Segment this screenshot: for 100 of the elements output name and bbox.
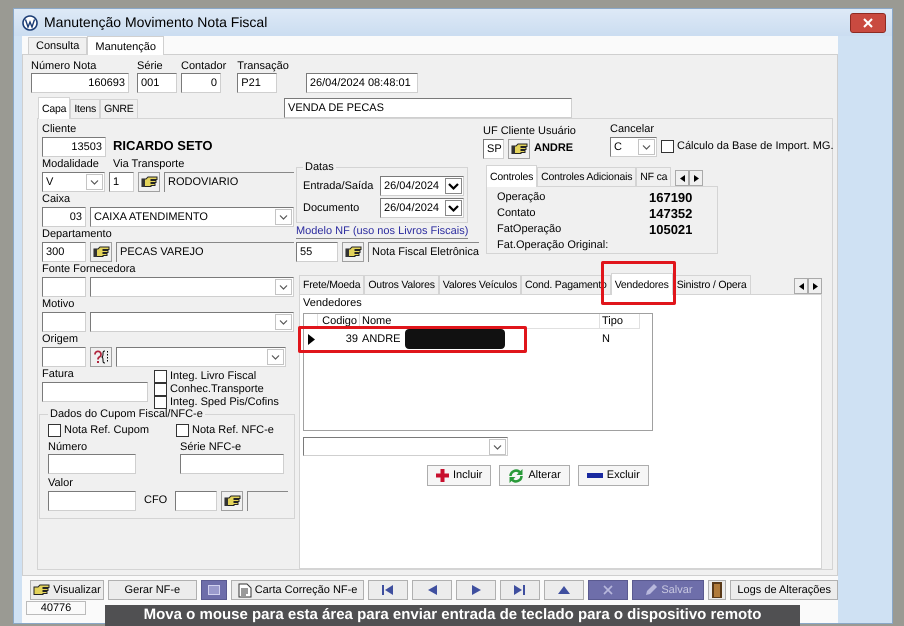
field-label: Documento <box>303 202 360 214</box>
tab[interactable]: Controles Adicionais <box>537 167 636 186</box>
checkbox[interactable] <box>154 396 167 409</box>
lookup-button[interactable] <box>138 172 160 192</box>
dropdown[interactable] <box>90 312 294 332</box>
checkbox-label: Nota Ref. Cupom <box>64 424 149 437</box>
dropdown[interactable] <box>90 276 294 296</box>
add-button[interactable]: Incluir <box>427 465 492 486</box>
customer-name: RICARDO SETO <box>113 139 212 154</box>
text-field[interactable]: P21 <box>237 73 278 93</box>
field-label: Vendedores <box>303 297 362 309</box>
tab[interactable]: Vendedores <box>610 273 673 295</box>
checkbox[interactable] <box>176 424 189 437</box>
status-field: 40776 <box>26 601 86 615</box>
dropdown[interactable]: 26/04/2024 <box>380 176 464 196</box>
tab[interactable]: Capa <box>38 97 70 119</box>
exit-button[interactable] <box>708 580 726 600</box>
dropdown[interactable]: C <box>610 136 657 156</box>
dropdown[interactable] <box>116 346 286 366</box>
tab[interactable]: Controles <box>486 165 538 187</box>
column-header[interactable]: Tipo <box>600 314 640 329</box>
toolbar-button[interactable]: Gerar NF-e <box>108 580 197 600</box>
window-icon <box>208 585 220 595</box>
door-icon <box>712 582 722 598</box>
text-field[interactable]: 0 <box>181 73 221 93</box>
tab[interactable]: Frete/Moeda <box>299 275 364 294</box>
scroll-right-button[interactable] <box>689 170 704 186</box>
text-field[interactable]: 001 <box>137 73 177 93</box>
dropdown[interactable] <box>303 437 508 456</box>
checkbox[interactable] <box>661 140 674 153</box>
pointing-hand-icon <box>224 494 241 506</box>
delete-button[interactable]: Excluir <box>578 465 649 486</box>
tab[interactable]: Manutenção <box>87 36 164 55</box>
tab[interactable]: Itens <box>70 99 100 118</box>
lookup-button[interactable] <box>342 242 364 262</box>
first-button[interactable] <box>368 580 408 600</box>
plus-icon <box>436 469 449 482</box>
field-label: Número Nota <box>31 60 98 73</box>
tab[interactable]: NF ca <box>636 167 672 186</box>
lookup-button[interactable] <box>90 346 112 366</box>
dropdown[interactable]: 26/04/2024 <box>380 198 464 218</box>
field-value: 167190 <box>649 191 692 207</box>
lookup-button[interactable] <box>508 138 530 158</box>
tab[interactable]: Valores Veículos <box>438 275 522 294</box>
edit-button[interactable]: Alterar <box>499 465 570 486</box>
checkbox[interactable] <box>154 383 167 396</box>
tab[interactable]: Outros Valores <box>364 275 439 294</box>
text-field[interactable] <box>48 490 136 510</box>
checkbox-label: Cálculo da Base de Import. MG. <box>677 140 834 153</box>
text-field[interactable]: 55 <box>296 242 338 262</box>
lookup-button[interactable] <box>90 242 112 262</box>
text-field[interactable]: SP <box>483 138 504 158</box>
field-label: Contato <box>497 207 537 221</box>
tab[interactable]: GNRE <box>100 99 138 118</box>
text-field[interactable] <box>175 490 218 510</box>
view-button[interactable]: Visualizar <box>30 580 104 600</box>
triangle-up-icon <box>558 586 570 594</box>
text-field[interactable] <box>247 490 288 510</box>
scroll-right-button[interactable] <box>808 278 822 294</box>
last-button[interactable] <box>500 580 540 600</box>
pencil-icon <box>644 583 658 597</box>
text-field[interactable]: 160693 <box>31 73 129 93</box>
column-header[interactable]: Codigo <box>318 314 360 329</box>
toolbar-button[interactable]: Logs de Alterações <box>730 580 838 600</box>
field-label: Motivo <box>42 298 74 310</box>
skip-start-icon <box>382 585 394 595</box>
checkbox[interactable] <box>48 424 61 437</box>
field-label: Departamento <box>42 228 112 240</box>
up-button[interactable] <box>544 580 584 600</box>
text-field[interactable]: 1 <box>109 172 134 192</box>
dropdown[interactable]: CAIXA ATENDIMENTO <box>90 206 294 226</box>
text-field[interactable]: 03 <box>42 206 86 226</box>
prev-button[interactable] <box>412 580 452 600</box>
text-field[interactable] <box>42 346 86 366</box>
dropdown[interactable]: V <box>42 172 105 192</box>
table-cell-text: ANDRE <box>362 332 401 347</box>
field-label: Fat.Operação Original: <box>497 239 610 253</box>
scroll-left-button[interactable] <box>794 278 808 294</box>
checkbox-label: Integ. Livro Fiscal <box>170 370 256 383</box>
checkbox[interactable] <box>154 370 167 383</box>
text-field[interactable]: 13503 <box>42 136 106 156</box>
text-field[interactable]: 300 <box>42 242 86 262</box>
field-label: FatOperação <box>497 223 562 237</box>
text-field[interactable] <box>42 382 148 402</box>
scroll-left-button[interactable] <box>675 170 690 186</box>
next-button[interactable] <box>456 580 496 600</box>
text-field[interactable]: VENDA DE PECAS <box>284 98 572 118</box>
field-label: Contador <box>181 60 226 73</box>
description-text: RODOVIARIO <box>164 172 294 192</box>
field-label: Transação <box>237 60 289 73</box>
letter-button[interactable]: Carta Correção NF-e <box>230 580 364 600</box>
text-field[interactable] <box>42 312 86 332</box>
lookup-button[interactable] <box>221 490 244 510</box>
text-field[interactable] <box>180 454 284 474</box>
close-button[interactable] <box>850 12 886 32</box>
tab[interactable]: Consulta <box>28 37 88 54</box>
text-field[interactable] <box>48 454 136 474</box>
text-field[interactable]: 26/04/2024 08:48:01 <box>306 73 418 93</box>
close-icon <box>863 18 873 28</box>
text-field[interactable] <box>42 276 86 296</box>
